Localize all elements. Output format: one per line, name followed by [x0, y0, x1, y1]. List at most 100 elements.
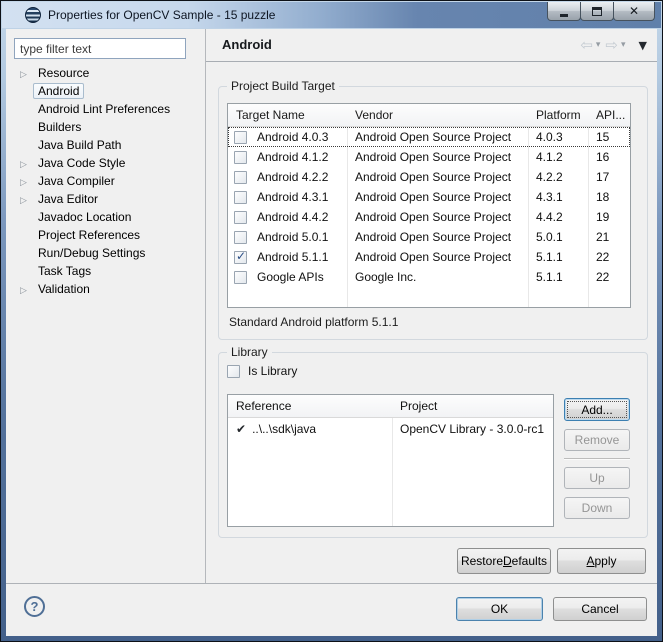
filter-input[interactable]: [14, 38, 186, 59]
row-checkbox[interactable]: [234, 250, 247, 264]
remove-button[interactable]: Remove: [564, 429, 630, 451]
build-target-table: Target Name Vendor Platform API... Andro…: [227, 103, 631, 308]
column-header-platform[interactable]: Platform: [528, 108, 588, 122]
library-table: Reference Project ✔ ..\..\sdk\java OpenC…: [227, 394, 554, 527]
target-name: Android 4.4.2: [257, 210, 329, 224]
row-checkbox[interactable]: [234, 190, 247, 204]
sidebar-item-javadoc-location[interactable]: ▷ Javadoc Location: [8, 209, 204, 227]
row-checkbox[interactable]: [234, 210, 247, 224]
group-label: Library: [227, 345, 272, 359]
table-row[interactable]: Android 4.1.2 Android Open Source Projec…: [228, 147, 630, 167]
app-icon: [25, 7, 41, 23]
ok-button[interactable]: OK: [456, 597, 543, 621]
close-button[interactable]: ✕: [613, 2, 655, 21]
target-name: Android 4.3.1: [257, 190, 329, 204]
sidebar-item-task-tags[interactable]: ▷ Task Tags: [8, 263, 204, 281]
minimize-icon: [560, 13, 568, 17]
back-menu-caret-icon[interactable]: ▾: [596, 40, 601, 50]
sidebar-item-java-editor[interactable]: ▷ Java Editor: [8, 191, 204, 209]
sidebar-item-java-code-style[interactable]: ▷ Java Code Style: [8, 155, 204, 173]
page-title: Android: [222, 37, 272, 52]
row-checkbox[interactable]: [234, 150, 247, 164]
platform: 4.1.2: [536, 150, 563, 164]
platform: 4.3.1: [536, 190, 563, 204]
forward-menu-caret-icon[interactable]: ▾: [621, 40, 626, 50]
api-level: 17: [596, 170, 610, 184]
help-button[interactable]: ?: [24, 596, 45, 617]
view-menu-icon[interactable]: ▼: [639, 39, 647, 52]
sidebar-item-run-debug-settings[interactable]: ▷ Run/Debug Settings: [8, 245, 204, 263]
project-name: OpenCV Library - 3.0.0-rc1: [400, 422, 545, 436]
maximize-button[interactable]: [580, 2, 614, 21]
target-name: Android 4.0.3: [257, 130, 329, 144]
forward-icon[interactable]: ⇨: [605, 36, 618, 54]
table-row[interactable]: Android 4.3.1 Android Open Source Projec…: [228, 187, 630, 207]
column-header-target-name[interactable]: Target Name: [228, 108, 347, 122]
target-name: Android 5.1.1: [257, 250, 329, 264]
sidebar-item-builders[interactable]: ▷ Builders: [8, 119, 204, 137]
vendor: Android Open Source Project: [355, 190, 512, 204]
add-button[interactable]: Add...: [564, 398, 630, 421]
row-checkbox[interactable]: [234, 230, 247, 244]
api-level: 15: [596, 130, 610, 144]
sidebar-item-java-build-path[interactable]: ▷ Java Build Path: [8, 137, 204, 155]
sidebar-item-resource[interactable]: ▷ Resource: [8, 65, 204, 83]
bottom-bar: ? OK Cancel: [6, 583, 657, 636]
preferences-tree: ▷ Resource ▷ Android ▷ Android Lint Pref…: [8, 65, 204, 299]
column-header-api[interactable]: API...: [588, 108, 630, 122]
sidebar-item-android[interactable]: ▷ Android: [8, 83, 204, 101]
twisty-icon[interactable]: ▷: [20, 66, 27, 83]
row-checkbox[interactable]: [234, 170, 247, 184]
row-checkbox[interactable]: [234, 270, 247, 284]
api-level: 22: [596, 270, 610, 284]
apply-button[interactable]: Apply: [557, 548, 646, 574]
restore-defaults-button[interactable]: Restore Defaults: [457, 548, 551, 574]
twisty-icon[interactable]: ▷: [20, 174, 27, 191]
platform: 5.1.1: [536, 270, 563, 284]
row-checkbox[interactable]: [234, 130, 247, 144]
api-level: 22: [596, 250, 610, 264]
back-icon[interactable]: ⇦: [580, 36, 593, 54]
up-button[interactable]: Up: [564, 467, 630, 489]
library-group: Library Is Library Reference Project ✔ .…: [218, 345, 648, 538]
table-row[interactable]: ✔ ..\..\sdk\java OpenCV Library - 3.0.0-…: [228, 418, 553, 440]
properties-window: Properties for OpenCV Sample - 15 puzzle…: [0, 0, 663, 642]
vendor: Android Open Source Project: [355, 130, 512, 144]
dialog-body: ▷ Resource ▷ Android ▷ Android Lint Pref…: [6, 29, 657, 636]
twisty-icon[interactable]: ▷: [20, 282, 27, 299]
down-button[interactable]: Down: [564, 497, 630, 519]
sidebar-item-validation[interactable]: ▷ Validation: [8, 281, 204, 299]
sidebar-item-java-compiler[interactable]: ▷ Java Compiler: [8, 173, 204, 191]
sidebar-item-project-references[interactable]: ▷ Project References: [8, 227, 204, 245]
project-build-target-group: Project Build Target Target Name Vendor …: [218, 79, 648, 340]
reference-path: ..\..\sdk\java: [252, 422, 317, 436]
table-header-row: Target Name Vendor Platform API...: [228, 104, 630, 127]
table-row[interactable]: Android 5.1.1 Android Open Source Projec…: [228, 247, 630, 267]
api-level: 18: [596, 190, 610, 204]
column-header-vendor[interactable]: Vendor: [347, 108, 528, 122]
build-target-note: Standard Android platform 5.1.1: [229, 315, 399, 329]
table-row[interactable]: Android 4.2.2 Android Open Source Projec…: [228, 167, 630, 187]
twisty-icon[interactable]: ▷: [20, 156, 27, 173]
table-row[interactable]: Google APIs Google Inc. 5.1.1 22: [228, 267, 630, 287]
check-icon: ✔: [236, 422, 247, 436]
vendor: Android Open Source Project: [355, 230, 512, 244]
is-library-row: Is Library: [227, 364, 297, 378]
target-name: Google APIs: [257, 270, 324, 284]
sidebar-item-android-lint-preferences[interactable]: ▷ Android Lint Preferences: [8, 101, 204, 119]
vendor: Google Inc.: [355, 270, 417, 284]
api-level: 16: [596, 150, 610, 164]
minimize-button[interactable]: [547, 2, 581, 21]
column-header-project[interactable]: Project: [392, 399, 553, 413]
is-library-label: Is Library: [248, 364, 298, 378]
column-header-reference[interactable]: Reference: [228, 399, 392, 413]
window-controls: ✕: [547, 2, 655, 21]
twisty-icon[interactable]: ▷: [20, 192, 27, 209]
table-row[interactable]: Android 4.4.2 Android Open Source Projec…: [228, 207, 630, 227]
cancel-button[interactable]: Cancel: [553, 597, 647, 621]
platform: 5.0.1: [536, 230, 563, 244]
window-frame: Properties for OpenCV Sample - 15 puzzle…: [1, 1, 662, 641]
is-library-checkbox[interactable]: [227, 364, 240, 378]
table-row[interactable]: Android 5.0.1 Android Open Source Projec…: [228, 227, 630, 247]
table-row[interactable]: Android 4.0.3 Android Open Source Projec…: [228, 127, 630, 147]
